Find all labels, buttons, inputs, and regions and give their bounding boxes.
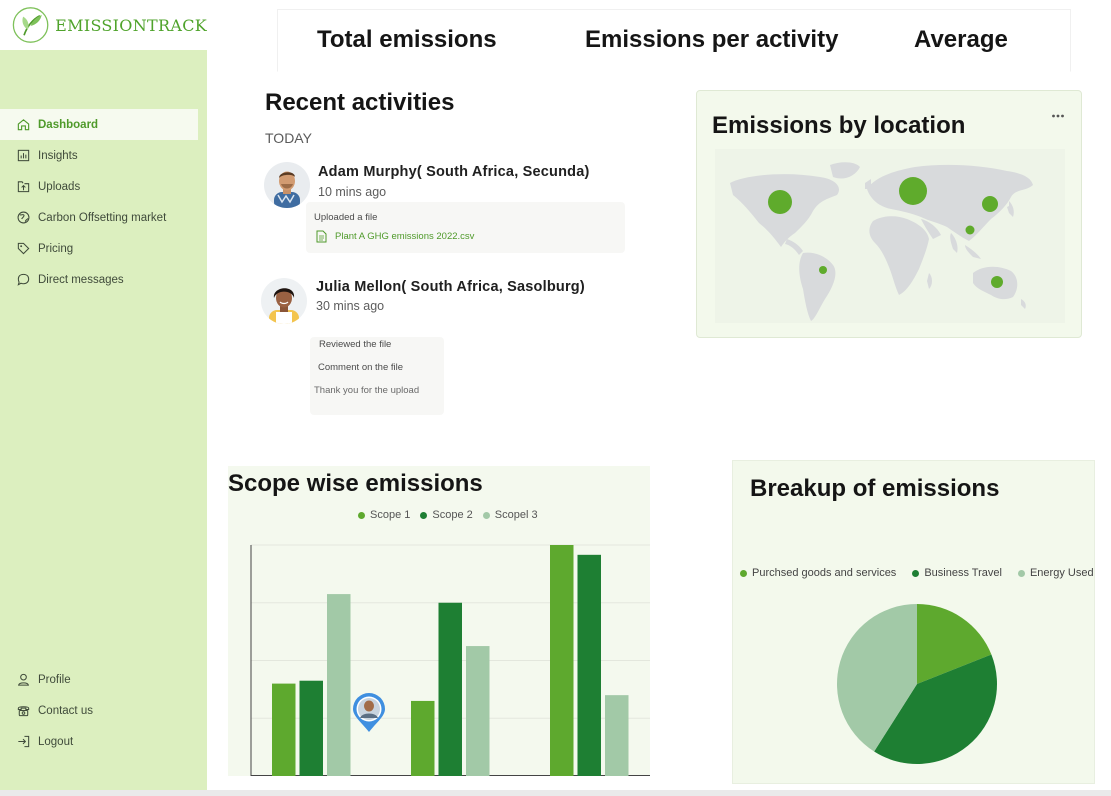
bar[interactable] xyxy=(550,545,574,776)
sidebar-item-label: Dashboard xyxy=(38,118,99,131)
world-map-svg xyxy=(730,162,1033,321)
scope-wise-emissions-card: Scope wise emissions Scope 1 Scope 2 Sco… xyxy=(228,466,650,776)
stat-average[interactable]: Average xyxy=(914,26,1008,54)
stats-tabs: Total emissions Emissions per activity A… xyxy=(277,9,1071,72)
activity-time: 10 mins ago xyxy=(318,185,387,199)
sidebar-item-insights[interactable]: Insights xyxy=(0,140,207,171)
activity-user-name[interactable]: Julia Mellon( South Africa, Sasolburg) xyxy=(316,279,585,295)
breakup-pie-chart[interactable] xyxy=(733,461,1096,785)
comment-card: Reviewed the file Comment on the file Th… xyxy=(310,337,444,415)
sidebar-item-pricing[interactable]: Pricing xyxy=(0,233,207,264)
globe-icon xyxy=(17,211,30,224)
bar[interactable] xyxy=(327,594,351,776)
bar[interactable] xyxy=(411,700,435,776)
avatar-adam-image xyxy=(264,162,310,208)
comment-action: Comment on the file xyxy=(318,362,404,373)
breakup-of-emissions-card: Breakup of emissions Purchsed goods and … xyxy=(732,460,1095,784)
sidebar-item-label: Uploads xyxy=(38,180,81,193)
emissions-by-location-title: Emissions by location xyxy=(712,112,966,139)
activity-time: 30 mins ago xyxy=(316,299,385,313)
sidebar-item-label: Direct messages xyxy=(38,273,124,286)
world-map[interactable] xyxy=(715,149,1065,323)
bar[interactable] xyxy=(272,683,296,776)
sidebar-item-direct-messages[interactable]: Direct messages xyxy=(0,264,207,295)
logout-icon xyxy=(18,735,30,748)
location-marker[interactable] xyxy=(351,692,387,734)
more-icon[interactable] xyxy=(1051,113,1065,119)
bar[interactable] xyxy=(438,602,463,776)
recent-activities-title: Recent activities xyxy=(265,89,455,116)
sidebar-item-label: Carbon Offsetting market xyxy=(38,211,167,224)
phone-icon xyxy=(17,706,30,717)
sidebar-item-label: Logout xyxy=(38,735,74,748)
bar[interactable] xyxy=(299,680,324,776)
sidebar-item-label: Profile xyxy=(38,673,71,686)
bar[interactable] xyxy=(577,554,602,776)
chat-icon xyxy=(17,273,30,286)
sidebar-item-label: Contact us xyxy=(38,704,93,717)
brand-header[interactable]: EMISSIONTRACK xyxy=(0,0,207,50)
stat-emissions-per-activity[interactable]: Emissions per activity xyxy=(585,26,838,54)
sidebar-bottom-nav: Profile Contact us Logout xyxy=(0,664,207,757)
map-pin-icon xyxy=(353,693,385,732)
brand-name: EMISSIONTRACK xyxy=(55,15,207,35)
bar-chart-icon xyxy=(17,149,30,162)
file-icon xyxy=(316,230,327,243)
sidebar-item-logout[interactable]: Logout xyxy=(0,726,207,757)
home-icon xyxy=(17,119,30,131)
emissions-by-location-card: Emissions by location xyxy=(696,90,1082,338)
dashboard-app: EMISSIONTRACK Dashboard Insights Uploads… xyxy=(0,0,1111,796)
avatar[interactable] xyxy=(261,278,307,324)
sidebar-item-contact[interactable]: Contact us xyxy=(0,695,207,726)
leaf-logo-icon xyxy=(12,7,49,43)
sidebar-item-label: Pricing xyxy=(38,242,74,255)
avatar[interactable] xyxy=(264,162,310,208)
bar[interactable] xyxy=(605,695,629,776)
sidebar-item-profile[interactable]: Profile xyxy=(0,664,207,695)
activity-card: Uploaded a file Plant A GHG emissions 20… xyxy=(306,202,625,253)
stat-total-emissions[interactable]: Total emissions xyxy=(317,26,497,54)
bar[interactable] xyxy=(466,646,490,776)
sidebar-item-dashboard[interactable]: Dashboard xyxy=(0,109,198,140)
upload-icon xyxy=(17,181,30,193)
sidebar-item-uploads[interactable]: Uploads xyxy=(0,171,207,202)
tag-icon xyxy=(17,242,30,255)
sidebar: EMISSIONTRACK Dashboard Insights Uploads… xyxy=(0,0,207,790)
file-name: Plant A GHG emissions 2022.csv xyxy=(335,231,475,242)
sidebar-nav: Dashboard Insights Uploads Carbon Offset… xyxy=(0,109,207,295)
page-bottom-edge xyxy=(0,790,1111,796)
activity-user-name[interactable]: Adam Murphy( South Africa, Secunda) xyxy=(318,164,590,180)
avatar-julia-image xyxy=(261,278,307,324)
comment-text: Thank you for the upload xyxy=(314,385,420,396)
scope-bar-chart[interactable] xyxy=(228,466,650,776)
activity-action: Uploaded a file xyxy=(314,212,378,223)
user-icon xyxy=(17,673,30,686)
sidebar-item-carbon-market[interactable]: Carbon Offsetting market xyxy=(0,202,207,233)
comment-action: Reviewed the file xyxy=(319,339,392,350)
file-link[interactable]: Plant A GHG emissions 2022.csv xyxy=(316,230,474,243)
sidebar-item-label: Insights xyxy=(38,149,78,162)
day-label: TODAY xyxy=(265,130,312,146)
